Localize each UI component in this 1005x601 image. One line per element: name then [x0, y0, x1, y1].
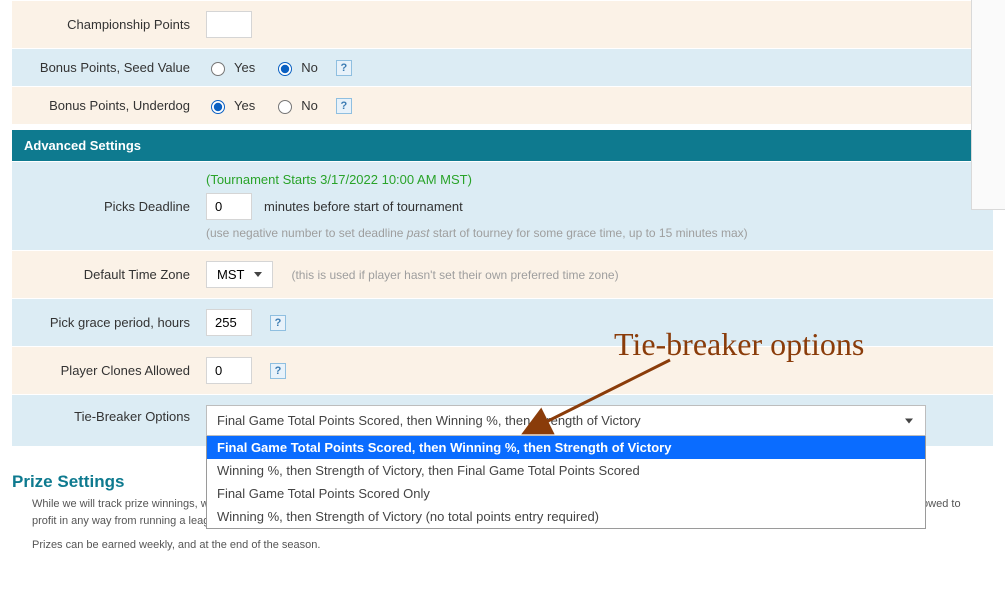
tournament-start-note: (Tournament Starts 3/17/2022 10:00 AM MS… — [206, 172, 472, 187]
label-grace-period: Pick grace period, hours — [12, 305, 198, 340]
tiebreaker-select[interactable]: Final Game Total Points Scored, then Win… — [206, 405, 926, 436]
championship-points-input[interactable] — [206, 11, 252, 38]
tiebreaker-option[interactable]: Final Game Total Points Scored, then Win… — [207, 436, 925, 459]
chevron-down-icon — [254, 272, 262, 277]
bonus-seed-yes-label: Yes — [234, 60, 255, 75]
prize-settings-note: Prizes can be earned weekly, and at the … — [12, 537, 993, 554]
label-bonus-seed: Bonus Points, Seed Value — [12, 50, 198, 85]
row-tiebreaker: Tie-Breaker Options Final Game Total Poi… — [12, 394, 993, 446]
tiebreaker-option[interactable]: Final Game Total Points Scored Only — [207, 482, 925, 505]
bonus-seed-no-label: No — [301, 60, 318, 75]
tiebreaker-selected: Final Game Total Points Scored, then Win… — [217, 413, 641, 428]
tiebreaker-option[interactable]: Winning %, then Strength of Victory, the… — [207, 459, 925, 482]
bonus-underdog-yes-label: Yes — [234, 98, 255, 113]
picks-deadline-hint: (use negative number to set deadline pas… — [206, 226, 748, 240]
row-championship-points: Championship Points — [12, 0, 993, 48]
bonus-seed-no-radio[interactable] — [278, 62, 292, 76]
bonus-seed-yes-radio[interactable] — [211, 62, 225, 76]
tiebreaker-dropdown: Final Game Total Points Scored, then Win… — [206, 436, 926, 529]
help-icon[interactable]: ? — [336, 98, 352, 114]
bonus-underdog-no-label: No — [301, 98, 318, 113]
section-advanced-settings: Advanced Settings — [12, 130, 993, 161]
row-bonus-seed: Bonus Points, Seed Value Yes No ? — [12, 48, 993, 86]
grace-period-input[interactable] — [206, 309, 252, 336]
tiebreaker-option[interactable]: Winning %, then Strength of Victory (no … — [207, 505, 925, 528]
timezone-hint: (this is used if player hasn't set their… — [291, 268, 618, 282]
label-tiebreaker: Tie-Breaker Options — [12, 395, 198, 434]
label-player-clones: Player Clones Allowed — [12, 353, 198, 388]
timezone-value: MST — [217, 267, 244, 282]
label-bonus-underdog: Bonus Points, Underdog — [12, 88, 198, 123]
side-panel-edge — [971, 0, 1005, 210]
help-icon[interactable]: ? — [270, 363, 286, 379]
help-icon[interactable]: ? — [336, 60, 352, 76]
bonus-underdog-no-radio[interactable] — [278, 100, 292, 114]
row-bonus-underdog: Bonus Points, Underdog Yes No ? — [12, 86, 993, 124]
label-default-timezone: Default Time Zone — [12, 257, 198, 292]
player-clones-input[interactable] — [206, 357, 252, 384]
bonus-underdog-yes-radio[interactable] — [211, 100, 225, 114]
label-championship-points: Championship Points — [12, 7, 198, 42]
label-picks-deadline: Picks Deadline — [12, 189, 198, 224]
row-picks-deadline: Picks Deadline (Tournament Starts 3/17/2… — [12, 161, 993, 250]
help-icon[interactable]: ? — [270, 315, 286, 331]
annotation-label: Tie-breaker options — [614, 326, 864, 363]
timezone-dropdown[interactable]: MST — [206, 261, 273, 288]
picks-deadline-input[interactable] — [206, 193, 252, 220]
chevron-down-icon — [905, 418, 913, 423]
row-default-timezone: Default Time Zone MST (this is used if p… — [12, 250, 993, 298]
picks-deadline-suffix: minutes before start of tournament — [264, 199, 463, 214]
